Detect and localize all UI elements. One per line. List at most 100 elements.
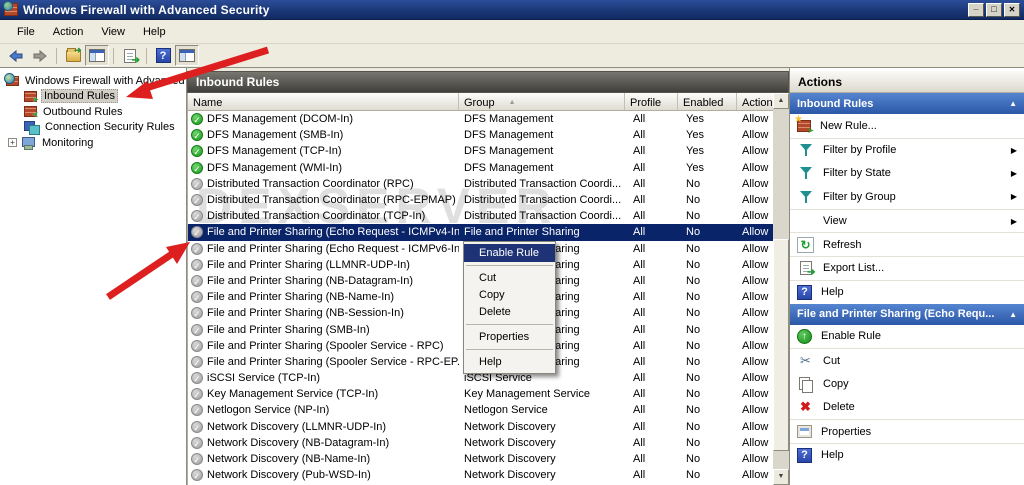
show-console-tree-button[interactable] bbox=[85, 45, 109, 66]
action-properties[interactable]: Properties bbox=[790, 419, 1024, 443]
window-title: Windows Firewall with Advanced Security bbox=[23, 2, 270, 17]
action-refresh[interactable]: Refresh bbox=[790, 232, 1024, 256]
context-menu-help[interactable]: Help bbox=[464, 354, 555, 371]
submenu-arrow-icon: ▶ bbox=[1010, 216, 1017, 226]
context-menu-cut[interactable]: Cut bbox=[464, 270, 555, 287]
menu-separator bbox=[466, 265, 553, 266]
column-header-action[interactable]: Action bbox=[737, 93, 773, 110]
action-enable-rule[interactable]: Enable Rule bbox=[790, 325, 1024, 349]
column-header-enabled[interactable]: Enabled bbox=[678, 93, 737, 110]
action-delete[interactable]: Delete bbox=[790, 396, 1024, 420]
collapse-chevron-icon[interactable]: ▲ bbox=[1009, 310, 1017, 319]
column-header-group[interactable]: Group ▲ bbox=[459, 93, 625, 110]
tree-node-connection-security-rules[interactable]: Connection Security Rules bbox=[0, 120, 186, 136]
context-menu-properties[interactable]: Properties bbox=[464, 329, 555, 346]
table-row[interactable]: Distributed Transaction Coordinator (TCP… bbox=[188, 208, 773, 224]
rule-state-icon bbox=[191, 242, 203, 255]
table-row[interactable]: Distributed Transaction Coordinator (RPC… bbox=[188, 192, 773, 208]
context-menu-delete[interactable]: Delete bbox=[464, 304, 555, 321]
rule-profile: All bbox=[633, 161, 646, 174]
rule-enabled: No bbox=[686, 453, 701, 466]
firewall-root-icon bbox=[4, 72, 19, 86]
rule-state-icon bbox=[191, 436, 203, 449]
action-help-rule[interactable]: Help bbox=[790, 442, 1024, 467]
column-header-profile[interactable]: Profile bbox=[625, 93, 678, 110]
rule-enabled: No bbox=[686, 194, 701, 207]
expand-plus-icon[interactable] bbox=[8, 138, 17, 148]
rule-action: Allow bbox=[742, 436, 769, 449]
toolbar: ? bbox=[0, 44, 1024, 68]
action-export-list[interactable]: Export List... bbox=[790, 256, 1024, 280]
scroll-up-button[interactable] bbox=[773, 93, 789, 109]
tree-node-outbound-rules[interactable]: Outbound Rules bbox=[0, 104, 186, 120]
action-filter-by-profile[interactable]: Filter by Profile ▶ bbox=[790, 137, 1024, 162]
table-row[interactable]: Network Discovery (NB-Datagram-In) Netwo… bbox=[188, 435, 773, 451]
table-row[interactable]: Netlogon Service (NP-In) Netlogon Servic… bbox=[188, 402, 773, 418]
rule-enabled: No bbox=[686, 339, 701, 352]
menu-bar: File Action View Help bbox=[0, 20, 1024, 44]
collapse-chevron-icon[interactable]: ▲ bbox=[1009, 99, 1017, 108]
rule-enabled: No bbox=[686, 274, 701, 287]
scrollbar-thumb[interactable] bbox=[773, 239, 789, 451]
context-menu-enable-rule[interactable]: Enable Rule bbox=[464, 244, 555, 262]
tree-node-root[interactable]: Windows Firewall with Advanced S bbox=[0, 72, 186, 89]
actions-section-inbound-rules[interactable]: Inbound Rules ▲ bbox=[790, 93, 1024, 114]
menu-view[interactable]: View bbox=[92, 24, 134, 40]
rule-name: File and Printer Sharing (SMB-In) bbox=[207, 323, 370, 336]
action-filter-by-state[interactable]: Filter by State ▶ bbox=[790, 161, 1024, 185]
rule-action: Allow bbox=[742, 258, 769, 271]
help-icon bbox=[797, 447, 812, 463]
table-row[interactable]: Distributed Transaction Coordinator (RPC… bbox=[188, 176, 773, 192]
back-button[interactable] bbox=[4, 45, 28, 66]
column-header-name[interactable]: Name bbox=[188, 93, 459, 110]
tree-node-inbound-rules[interactable]: Inbound Rules bbox=[0, 89, 186, 105]
tree-node-monitoring[interactable]: Monitoring bbox=[0, 135, 186, 151]
rule-group: Network Discovery bbox=[464, 469, 556, 482]
action-filter-by-group[interactable]: Filter by Group ▶ bbox=[790, 185, 1024, 209]
actions-section-selected-rule[interactable]: File and Printer Sharing (Echo Requ... ▲ bbox=[790, 303, 1024, 325]
rule-action: Allow bbox=[742, 226, 769, 239]
rule-state-icon bbox=[191, 274, 203, 287]
table-row[interactable]: Network Discovery (Pub-WSD-In) Network D… bbox=[188, 467, 773, 483]
minimize-button[interactable] bbox=[968, 2, 984, 17]
forward-button[interactable] bbox=[28, 45, 52, 66]
action-help[interactable]: Help bbox=[790, 279, 1024, 304]
table-row[interactable]: File and Printer Sharing (Echo Request -… bbox=[188, 224, 773, 241]
rule-profile: All bbox=[633, 274, 646, 287]
action-view[interactable]: View ▶ bbox=[790, 208, 1024, 233]
vertical-scrollbar[interactable] bbox=[773, 93, 789, 485]
scroll-down-button[interactable] bbox=[773, 469, 789, 485]
show-action-pane-button[interactable] bbox=[175, 45, 199, 66]
table-row[interactable]: Key Management Service (TCP-In) Key Mana… bbox=[188, 386, 773, 402]
menu-file[interactable]: File bbox=[8, 24, 44, 40]
rule-action: Allow bbox=[742, 129, 769, 142]
rule-profile: All bbox=[633, 323, 646, 336]
connection-security-icon bbox=[24, 121, 40, 136]
action-cut[interactable]: Cut bbox=[790, 348, 1024, 372]
rule-action: Allow bbox=[742, 469, 769, 482]
up-one-level-button[interactable] bbox=[61, 45, 85, 66]
table-row[interactable]: DFS Management (TCP-In) DFS Management A… bbox=[188, 143, 773, 159]
table-row[interactable]: Network Discovery (LLMNR-UDP-In) Network… bbox=[188, 419, 773, 435]
table-row[interactable]: DFS Management (WMI-In) DFS Management A… bbox=[188, 160, 773, 176]
menu-help[interactable]: Help bbox=[134, 24, 175, 40]
refresh-icon bbox=[797, 236, 814, 253]
help-button[interactable]: ? bbox=[151, 45, 175, 66]
maximize-button[interactable] bbox=[986, 2, 1002, 17]
action-copy[interactable]: Copy bbox=[790, 372, 1024, 396]
rule-profile: All bbox=[633, 436, 646, 449]
rule-name: File and Printer Sharing (NB-Datagram-In… bbox=[207, 274, 414, 287]
table-row[interactable]: DFS Management (DCOM-In) DFS Management … bbox=[188, 111, 773, 127]
rule-name: Network Discovery (LLMNR-UDP-In) bbox=[207, 420, 387, 433]
rule-state-icon bbox=[191, 258, 203, 271]
rule-name: Key Management Service (TCP-In) bbox=[207, 388, 379, 401]
menu-action[interactable]: Action bbox=[44, 24, 93, 40]
table-row[interactable]: DFS Management (SMB-In) DFS Management A… bbox=[188, 127, 773, 143]
rule-enabled: No bbox=[686, 323, 701, 336]
rule-group: File and Printer Sharing bbox=[464, 226, 580, 239]
export-list-button[interactable] bbox=[118, 45, 142, 66]
action-new-rule[interactable]: New Rule... bbox=[790, 114, 1024, 138]
table-row[interactable]: Network Discovery (NB-Name-In) Network D… bbox=[188, 451, 773, 467]
context-menu-copy[interactable]: Copy bbox=[464, 287, 555, 304]
close-button[interactable] bbox=[1004, 2, 1020, 17]
